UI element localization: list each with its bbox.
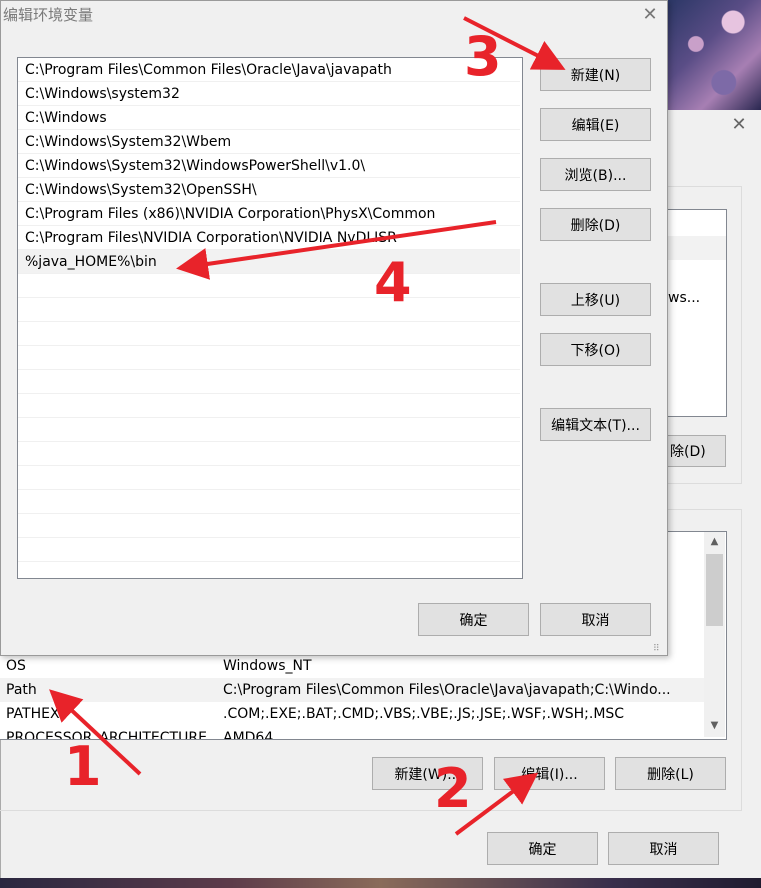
annotation-number-3: 3 — [464, 25, 502, 88]
annotation-overlay — [49, 16, 566, 836]
annotation-number-2: 2 — [434, 757, 472, 820]
annotation-number-1: 1 — [64, 735, 102, 798]
arrow-4 — [176, 220, 497, 280]
annotation-number-4: 4 — [374, 251, 412, 314]
